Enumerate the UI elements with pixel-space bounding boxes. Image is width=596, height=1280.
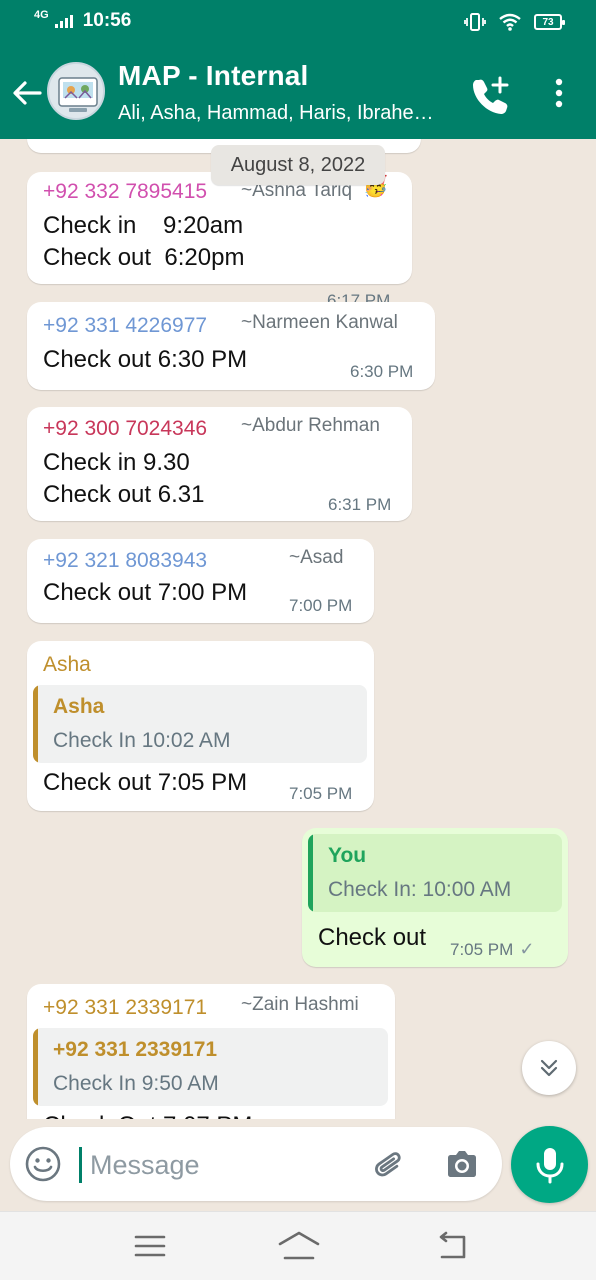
message-time: 7:05 PM — [289, 784, 353, 803]
message-input[interactable] — [90, 1145, 350, 1185]
message-time: 6:31 PM — [328, 495, 392, 514]
message-sender[interactable]: +92 331 4226977 — [43, 314, 207, 338]
battery-icon: 73 — [534, 14, 565, 30]
quoted-text: Check In: 10:00 AM — [328, 878, 512, 901]
quoted-text: Check In 10:02 AM — [53, 729, 231, 752]
date-chip: August 8, 2022 — [211, 145, 385, 185]
quote-bar — [308, 834, 313, 912]
quote-bar — [33, 685, 38, 763]
network-type: 4G — [34, 9, 49, 21]
message-bubble[interactable]: Asha Asha Check In 10:02 AM Check out 7:… — [27, 641, 374, 811]
message-text: Check out 6.31 — [43, 481, 205, 508]
camera-icon[interactable] — [442, 1145, 482, 1185]
back-nav-icon[interactable] — [434, 1228, 474, 1264]
message-alias: ~Abdur Rehman — [241, 415, 380, 436]
mic-icon — [536, 1147, 563, 1183]
system-nav-bar — [0, 1211, 596, 1280]
message-text: Check out 6:20pm — [43, 244, 245, 271]
status-right: 73 — [464, 12, 565, 32]
message-text: Check out 6:30 PM — [43, 346, 248, 373]
group-avatar[interactable] — [47, 62, 105, 120]
more-vert-icon[interactable] — [546, 76, 572, 110]
composer — [10, 1127, 502, 1201]
status-bar: 4G 10:56 73 — [0, 0, 596, 46]
message-sender[interactable]: Asha — [43, 653, 91, 677]
message-sender[interactable]: +92 332 7895415 — [43, 180, 207, 204]
recents-menu-icon[interactable] — [130, 1228, 170, 1264]
voice-message-button[interactable] — [511, 1126, 588, 1203]
message-sender[interactable]: +92 321 8083943 — [43, 549, 207, 573]
message-bubble[interactable]: +92 331 2339171 ~Zain Hashmi +92 331 233… — [27, 984, 395, 1119]
message-alias: ~Zain Hashmi — [241, 994, 359, 1015]
message-bubble[interactable]: +92 331 4226977 ~Narmeen Kanwal Check ou… — [27, 302, 435, 390]
status-left: 4G 10:56 — [34, 9, 132, 32]
chat-area[interactable]: +92 332 7895415 ~Ashna Tariq 🥳 Check in … — [0, 139, 596, 1119]
quoted-sender: You — [328, 844, 367, 867]
message-bubble[interactable]: +92 332 7895415 ~Ashna Tariq 🥳 Check in … — [27, 172, 412, 310]
emoji-icon[interactable] — [24, 1145, 62, 1183]
message-time: 7:05 PM — [450, 940, 514, 959]
message-text: Check out — [318, 924, 427, 951]
message-time-wrap: 7:05 PM ✓ — [450, 939, 534, 960]
quoted-message[interactable]: You Check In: 10:00 AM — [308, 834, 562, 912]
wifi-icon — [499, 13, 521, 31]
home-icon[interactable] — [277, 1228, 321, 1264]
double-chevron-down-icon — [540, 1059, 558, 1077]
group-avatar-art — [58, 77, 98, 112]
add-call-icon[interactable] — [470, 74, 512, 114]
quoted-message[interactable]: Asha Check In 10:02 AM — [33, 685, 367, 763]
quoted-sender: Asha — [53, 695, 105, 718]
message-alias: ~Asad — [289, 547, 344, 568]
quoted-sender: +92 331 2339171 — [53, 1038, 218, 1061]
chat-title[interactable]: MAP - Internal — [118, 60, 309, 92]
message-time: 6:30 PM — [350, 362, 414, 381]
message-sender[interactable]: +92 331 2339171 — [43, 996, 207, 1020]
message-text: Check in 9.30 — [43, 449, 190, 476]
scroll-to-bottom-button[interactable] — [522, 1041, 576, 1095]
clock: 10:56 — [82, 10, 132, 31]
message-text: Check in 9:20am — [43, 212, 244, 239]
message-text: Check out 7:05 PM — [43, 769, 248, 796]
sent-check-icon: ✓ — [519, 939, 535, 959]
quote-bar — [33, 1028, 38, 1106]
message-time: 7:00 PM — [289, 596, 353, 615]
message-bubble[interactable]: +92 300 7024346 ~Abdur Rehman Check in 9… — [27, 407, 412, 521]
back-arrow-icon[interactable] — [10, 76, 44, 110]
attach-icon[interactable] — [370, 1145, 410, 1185]
signal-icon — [54, 14, 73, 28]
text-caret — [79, 1147, 82, 1183]
message-bubble[interactable]: +92 321 8083943 ~Asad Check out 7:00 PM … — [27, 539, 374, 623]
message-text: Check out 7:00 PM — [43, 579, 248, 606]
message-sender[interactable]: +92 300 7024346 — [43, 417, 207, 441]
message-text: Check Out 7:07 PM — [43, 1110, 252, 1119]
chat-participants[interactable]: Ali, Asha, Hammad, Haris, Ibrahe… — [118, 102, 448, 125]
chat-header: MAP - Internal Ali, Asha, Hammad, Haris,… — [0, 46, 596, 139]
quoted-message[interactable]: +92 331 2339171 Check In 9:50 AM — [33, 1028, 388, 1106]
quoted-text: Check In 9:50 AM — [53, 1072, 219, 1095]
message-alias: ~Narmeen Kanwal — [241, 312, 398, 333]
outgoing-message-bubble[interactable]: You Check In: 10:00 AM Check out 7:05 PM… — [302, 828, 568, 967]
vibrate-icon — [464, 13, 486, 31]
